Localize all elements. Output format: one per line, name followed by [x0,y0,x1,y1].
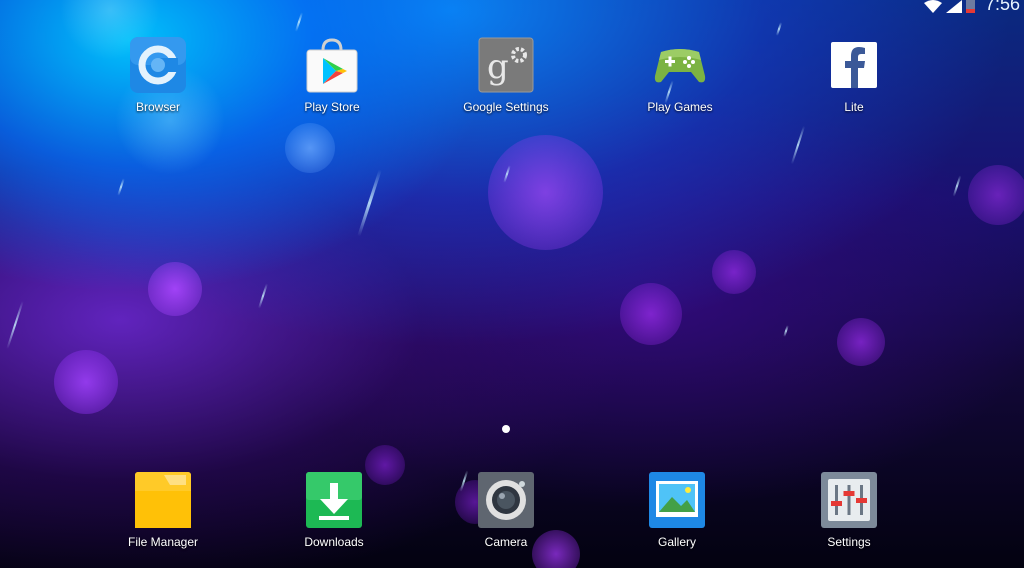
svg-text:g: g [487,47,509,87]
wallpaper-streak [503,165,511,183]
app-label: Play Store [304,100,360,114]
folder-icon [134,471,192,529]
wallpaper-streak [357,169,382,237]
wallpaper-streak [258,283,268,309]
google-settings-icon: g [477,36,535,94]
camera-icon [477,471,535,529]
dock-file-manager[interactable]: File Manager [108,471,218,549]
wallpaper-bokeh [837,318,885,366]
app-label: Play Games [647,100,713,114]
dock-gallery[interactable]: Gallery [622,471,732,549]
app-label: Settings [827,535,871,549]
app-label: Gallery [657,535,696,549]
gallery-icon [648,471,706,529]
page-indicator-dot [502,425,510,433]
wallpaper-streak [6,300,24,350]
browser-icon [129,36,187,94]
settings-sliders-icon [820,471,878,529]
wallpaper-streak [783,324,789,338]
status-clock: 7:56 [984,0,1020,14]
dock-downloads[interactable]: Downloads [279,471,389,549]
play-games-icon [651,36,709,94]
wallpaper-streak [117,178,125,196]
app-facebook-lite[interactable]: Lite [799,36,909,114]
wallpaper-bokeh [285,123,335,173]
app-google-settings[interactable]: g Google Settings [451,36,561,114]
status-bar[interactable]: 7:56 [923,0,1024,14]
wallpaper-streak [294,12,304,32]
play-store-icon [303,36,361,94]
app-label: Google Settings [463,100,549,114]
app-label: Lite [844,100,864,114]
wallpaper-bokeh [620,283,682,345]
app-label: File Manager [127,535,199,549]
app-label: Camera [484,535,528,549]
facebook-lite-icon [825,36,883,94]
dock-camera[interactable]: Camera [451,471,561,549]
wallpaper-streak [790,125,806,165]
app-play-store[interactable]: Play Store [277,36,387,114]
app-label: Downloads [304,535,364,549]
wallpaper-bokeh [712,250,756,294]
wallpaper-streak [952,175,962,197]
download-icon [305,471,363,529]
wallpaper-streak [775,22,783,36]
wifi-icon [923,0,942,18]
app-label: Browser [135,100,180,114]
cell-signal-icon [945,0,962,18]
app-play-games[interactable]: Play Games [625,36,735,114]
wallpaper-bokeh [148,262,202,316]
home-screen: 7:56 Browser Play Store g Google Setting… [0,0,1024,568]
wallpaper-bokeh [488,135,603,250]
dock-settings[interactable]: Settings [794,471,904,549]
app-browser[interactable]: Browser [103,36,213,114]
wallpaper-bokeh [968,165,1024,225]
wallpaper-bokeh [54,350,118,414]
battery-low-icon [965,0,975,18]
